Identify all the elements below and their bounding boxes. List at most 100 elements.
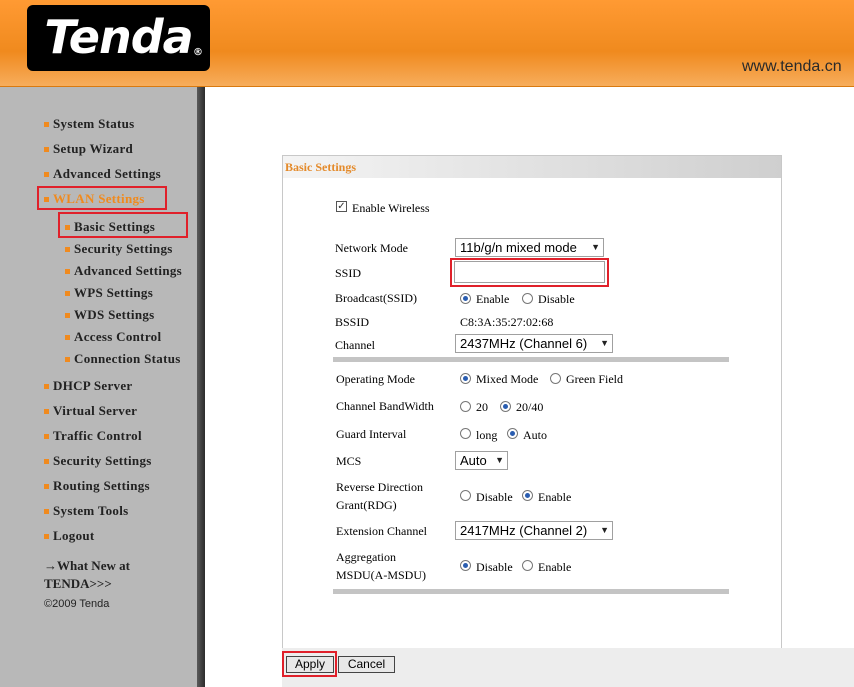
- chevron-down-icon: ▼: [495, 455, 504, 465]
- sidebar-item-system-status[interactable]: System Status: [44, 116, 135, 132]
- sidebar-item-wds-settings[interactable]: WDS Settings: [65, 307, 155, 323]
- whats-new-line1: →What New at: [44, 558, 130, 573]
- bullet-icon: [44, 433, 49, 439]
- guard-interval-label: Guard Interval: [336, 427, 407, 441]
- bullet-icon: [44, 383, 49, 389]
- bandwidth-2040-radio[interactable]: [500, 401, 511, 412]
- guard-long-radio[interactable]: [460, 428, 471, 439]
- sidebar-item-security-settings-wlan[interactable]: Security Settings: [65, 241, 173, 257]
- bandwidth-20-radio[interactable]: [460, 401, 471, 412]
- bandwidth-20-label: 20: [476, 400, 488, 414]
- bullet-icon: [44, 146, 49, 152]
- sidebar-item-advanced-settings[interactable]: Advanced Settings: [44, 166, 161, 182]
- sidebar-item-routing-settings[interactable]: Routing Settings: [44, 478, 150, 494]
- whats-new-line2: TENDA>>>: [44, 576, 112, 591]
- sidebar-item-label: WDS Settings: [74, 307, 155, 322]
- sidebar-item-wps-settings[interactable]: WPS Settings: [65, 285, 153, 301]
- broadcast-enable-radio[interactable]: [460, 293, 471, 304]
- bullet-icon: [65, 334, 70, 340]
- sidebar-item-label: WPS Settings: [74, 285, 154, 300]
- mcs-select[interactable]: Auto ▼: [455, 451, 508, 470]
- ext-channel-value: 2417MHz (Channel 2): [460, 523, 588, 538]
- operating-mode-greenfield-radio[interactable]: [550, 373, 561, 384]
- rdg-label-line1: Reverse Direction: [336, 480, 423, 494]
- sidebar-item-label: Routing Settings: [53, 478, 150, 493]
- sidebar-item-label: Security Settings: [53, 453, 152, 468]
- sidebar-item-label: Setup Wizard: [53, 141, 134, 156]
- bullet-icon: [44, 533, 49, 539]
- bullet-icon: [44, 458, 49, 464]
- sidebar-item-logout[interactable]: Logout: [44, 528, 95, 544]
- bandwidth-2040-label: 20/40: [516, 400, 544, 414]
- bullet-icon: [44, 171, 49, 177]
- highlight-apply: [282, 651, 337, 677]
- amsdu-enable-radio[interactable]: [522, 560, 533, 571]
- ext-channel-select[interactable]: 2417MHz (Channel 2) ▼: [455, 521, 613, 540]
- operating-mode-mixed-radio[interactable]: [460, 373, 471, 384]
- amsdu-disable-radio[interactable]: [460, 560, 471, 571]
- cancel-button[interactable]: Cancel: [338, 656, 395, 673]
- bullet-icon: [44, 508, 49, 514]
- channel-value: 2437MHz (Channel 6): [460, 336, 588, 351]
- section-divider: [333, 589, 729, 594]
- sidebar-item-system-tools[interactable]: System Tools: [44, 503, 128, 519]
- rdg-enable-label: Enable: [538, 490, 572, 504]
- broadcast-label: Broadcast(SSID): [335, 291, 417, 305]
- operating-mode-label: Operating Mode: [336, 372, 415, 386]
- bullet-icon: [44, 121, 49, 127]
- sidebar-item-connection-status[interactable]: Connection Status: [65, 351, 181, 367]
- sidebar-item-dhcp-server[interactable]: DHCP Server: [44, 378, 132, 394]
- tenda-logo: Tenda ®: [27, 5, 210, 71]
- chevron-down-icon: ▼: [600, 338, 609, 348]
- enable-wireless-checkbox[interactable]: ✓: [336, 201, 347, 212]
- broadcast-disable-radio[interactable]: [522, 293, 533, 304]
- bullet-icon: [65, 312, 70, 318]
- sidebar-item-virtual-server[interactable]: Virtual Server: [44, 403, 137, 419]
- rdg-enable-radio[interactable]: [522, 490, 533, 501]
- panel-title: Basic Settings: [285, 160, 357, 174]
- amsdu-disable-label: Disable: [476, 560, 513, 574]
- bullet-icon: [44, 408, 49, 414]
- sidebar-item-security-settings[interactable]: Security Settings: [44, 453, 152, 469]
- rdg-disable-radio[interactable]: [460, 490, 471, 501]
- sidebar-item-label: Advanced Settings: [74, 263, 183, 278]
- rdg-disable-label: Disable: [476, 490, 513, 504]
- chevron-down-icon: ▼: [600, 525, 609, 535]
- guard-auto-radio[interactable]: [507, 428, 518, 439]
- sidebar-item-label: System Tools: [53, 503, 129, 518]
- sidebar-item-label: Connection Status: [74, 351, 181, 366]
- sidebar-item-setup-wizard[interactable]: Setup Wizard: [44, 141, 133, 157]
- ext-channel-label: Extension Channel: [336, 524, 427, 538]
- whats-new-link[interactable]: →What New at TENDA>>>: [44, 557, 130, 593]
- sidebar-item-advanced-settings-wlan[interactable]: Advanced Settings: [65, 263, 182, 279]
- logo-text: Tenda: [44, 10, 193, 64]
- registered-mark: ®: [193, 47, 203, 58]
- bssid-value: C8:3A:35:27:02:68: [460, 315, 554, 329]
- highlight-basic-settings: [58, 212, 188, 238]
- amsdu-label-line1: Aggregation: [336, 550, 396, 564]
- network-mode-label: Network Mode: [335, 241, 408, 255]
- bullet-icon: [65, 268, 70, 274]
- sidebar-item-access-control[interactable]: Access Control: [65, 329, 161, 345]
- broadcast-disable-label: Disable: [538, 292, 575, 306]
- bullet-icon: [65, 290, 70, 296]
- sidebar-item-label: Advanced Settings: [53, 166, 162, 181]
- sidebar-item-label: System Status: [53, 116, 135, 131]
- copyright-text: ©2009 Tenda: [44, 598, 110, 610]
- network-mode-select[interactable]: 11b/g/n mixed mode ▼: [455, 238, 604, 257]
- section-divider: [333, 357, 729, 362]
- bssid-label: BSSID: [335, 315, 370, 329]
- channel-select[interactable]: 2437MHz (Channel 6) ▼: [455, 334, 613, 353]
- channel-label: Channel: [335, 338, 375, 352]
- sidebar-divider: [197, 87, 205, 687]
- header-banner: Tenda ® www.tenda.cn: [0, 0, 854, 87]
- panel-title-bar: Basic Settings: [283, 156, 781, 178]
- amsdu-label-line2: MSDU(A-MSDU): [336, 568, 427, 582]
- guard-auto-label: Auto: [523, 428, 547, 442]
- mcs-label: MCS: [336, 454, 362, 468]
- sidebar-item-traffic-control[interactable]: Traffic Control: [44, 428, 142, 444]
- enable-wireless-label: Enable Wireless: [352, 201, 430, 215]
- ssid-label: SSID: [335, 266, 362, 280]
- site-url[interactable]: www.tenda.cn: [742, 58, 842, 76]
- amsdu-enable-label: Enable: [538, 560, 572, 574]
